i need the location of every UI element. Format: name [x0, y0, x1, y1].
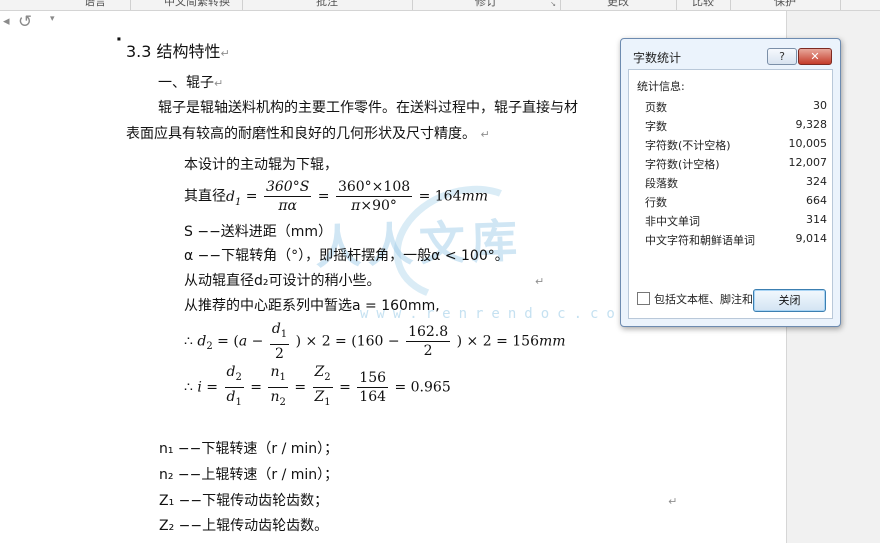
ribbon-group-protect: 保护: [730, 0, 841, 10]
formula-fraction: d1 2: [269, 321, 290, 362]
diameter-formula: 其直径d1 = 360°S πα = 360°×108 π×90° = 164mm: [184, 178, 488, 215]
s-definition: S −−送料进距（mm）: [184, 224, 333, 240]
section-title-text: 3.3 结构特性: [126, 42, 221, 61]
stat-value: 324: [806, 175, 827, 188]
formula-unit: mm: [538, 333, 566, 350]
formula-equals: =: [317, 188, 330, 205]
formula-fraction: 156 164: [357, 369, 389, 405]
stat-row-non-chinese-words: 非中文单词 314: [645, 213, 827, 229]
ribbon-group-label: 更改: [607, 0, 629, 8]
dialog-launcher-icon[interactable]: ↘: [550, 0, 556, 8]
stat-label: 段落数: [645, 177, 678, 190]
stat-label: 中文字符和朝鲜语单词: [645, 234, 755, 247]
therefore-icon: ∴: [184, 333, 193, 350]
driver-roll-line: 本设计的主动辊为下辊，: [184, 157, 338, 173]
formula-prefix: 其直径: [184, 188, 226, 205]
dialog-body: 统计信息: 页数 30 字数 9,328 字符数(不计空格) 10,005 字符数(计…: [628, 69, 833, 319]
help-button[interactable]: ?: [767, 48, 797, 65]
paragraph-mark-icon: ↵: [480, 128, 490, 141]
ribbon-group-labels: 语言 中文简繁转换 批注 修订 ↘ 更改 比较 保护: [0, 0, 880, 11]
d2-formula: ∴ d2 = (a − d1 2 ) × 2 = (160 − 162.8 2 ) …: [184, 321, 566, 362]
dialog-title: 字数统计: [633, 51, 682, 65]
watermark-text: 人人文库: [314, 213, 524, 275]
formula-fraction: 162.8 2: [406, 323, 451, 359]
formula-fraction: Z2 Z1: [312, 364, 333, 408]
ribbon-group-label: 语言: [84, 0, 106, 8]
stat-label: 页数: [645, 101, 667, 114]
paragraph-text: 表面应具有较高的耐磨性和良好的几何形状及尺寸精度。: [126, 126, 476, 142]
ribbon-group-label: 批注: [316, 0, 338, 8]
ribbon-group-tracking: 修订 ↘: [412, 0, 561, 10]
stat-value: 10,005: [788, 137, 828, 150]
formula-fraction: d2 d1: [224, 364, 244, 408]
formula-unit: mm: [461, 188, 489, 205]
formula-result: = 0.965: [394, 379, 451, 396]
stat-row-chars-no-spaces: 字符数(不计空格) 10,005: [645, 137, 827, 153]
formula-fraction: 360°S πα: [263, 179, 312, 214]
formula-result: × 2 = 156: [466, 333, 539, 350]
stat-label: 字数: [645, 120, 667, 133]
ribbon-group-label: 中文简繁转换: [164, 0, 230, 8]
word-count-dialog: 字数统计 ? ✕ 统计信息: 页数 30 字数 9,328 字符数(不计空格) 10,…: [620, 38, 841, 327]
stat-row-words: 字数 9,328: [645, 118, 827, 134]
ribbon-group-comments: 批注: [242, 0, 413, 10]
stat-label: 字符数(不计空格): [645, 139, 731, 152]
ribbon-group-label: 修订: [475, 0, 497, 8]
paragraph-mark-icon: ↵: [534, 275, 545, 288]
n1-definition: n₁ −−下辊转速（r / min）；: [159, 441, 339, 457]
stat-row-paragraphs: 段落数 324: [645, 175, 827, 191]
paragraph-mark-icon: ↵: [668, 495, 678, 508]
undo-arrow-icon[interactable]: ◂: [3, 14, 10, 29]
therefore-icon: ∴: [184, 379, 193, 396]
stat-label: 字符数(计空格): [645, 158, 720, 171]
subsection-heading: 一、辊子↵: [158, 72, 223, 92]
stat-value: 664: [806, 194, 827, 207]
formula-fraction: n1 n2: [268, 364, 288, 408]
statistics-heading: 统计信息:: [637, 80, 685, 93]
d2-note-text: 从动辊直径d₂可设计的稍小些。: [184, 273, 381, 289]
stat-row-pages: 页数 30: [645, 99, 827, 115]
z1-definition-text: Z₁ −−下辊传动齿轮齿数；: [159, 493, 329, 509]
formula-var-d1: d1: [226, 188, 242, 208]
stat-value: 314: [806, 213, 827, 226]
section-title: 3.3 结构特性↵: [126, 38, 230, 62]
chevron-down-icon[interactable]: ▾: [50, 14, 55, 24]
ribbon-group-changes: 更改: [560, 0, 677, 10]
redo-arrow-icon[interactable]: ↺: [18, 12, 32, 32]
stat-label: 行数: [645, 196, 667, 209]
center-distance-line: 从推荐的中心距系列中暂选a = 160mm,: [184, 298, 440, 314]
stat-row-chars-with-spaces: 字符数(计空格) 12,007: [645, 156, 827, 172]
ratio-formula: ∴ i = d2 d1 = n1 n2 = Z2 Z1 = 156 164 = 0.96…: [184, 363, 451, 412]
stat-value: 12,007: [788, 156, 828, 169]
stat-value: 9,328: [795, 118, 828, 131]
stat-value: 9,014: [795, 232, 828, 245]
ribbon-group-label: 保护: [774, 0, 796, 8]
stat-value: 30: [813, 99, 827, 112]
ribbon-group-label: 比较: [692, 0, 714, 8]
stat-row-lines: 行数 664: [645, 194, 827, 210]
stat-row-asian-chars: 中文字符和朝鲜语单词 9,014: [645, 232, 827, 248]
stat-label: 非中文单词: [645, 215, 700, 228]
formula-equals: =: [245, 188, 258, 205]
z2-definition: Z₂ −−上辊传动齿轮齿数。: [159, 518, 329, 534]
subsection-text: 一、辊子: [158, 75, 214, 91]
formula-result: = 164: [418, 188, 462, 205]
z1-definition: Z₁ −−下辊传动齿轮齿数； ↵: [159, 490, 677, 510]
ribbon-group-compare: 比较: [676, 0, 731, 10]
paragraph-marker: ■: [117, 36, 121, 41]
ribbon-group-language: 语言: [60, 0, 131, 10]
n2-definition: n₂ −−上辊转速（r / min）；: [159, 467, 339, 483]
checkbox-box[interactable]: [637, 292, 650, 305]
paragraph-mark-icon: ↵: [214, 77, 224, 90]
paragraph-line: 表面应具有较高的耐磨性和良好的几何形状及尺寸精度。 ↵: [126, 123, 490, 143]
d2-note: 从动辊直径d₂可设计的稍小些。 ↵: [184, 270, 544, 290]
close-button[interactable]: 关闭: [753, 289, 826, 312]
close-icon[interactable]: ✕: [798, 48, 832, 65]
ribbon-group-chinese-conversion: 中文简繁转换: [152, 0, 243, 10]
paragraph-mark-icon: ↵: [220, 47, 230, 60]
formula-fraction: 360°×108 π×90°: [335, 179, 413, 214]
paragraph-line: 辊子是辊轴送料机构的主要工作零件。在送料过程中，辊子直接与材: [158, 100, 578, 116]
alpha-definition: α −−下辊转角（°），即摇杆摆角，一般α < 100°。: [184, 248, 509, 264]
